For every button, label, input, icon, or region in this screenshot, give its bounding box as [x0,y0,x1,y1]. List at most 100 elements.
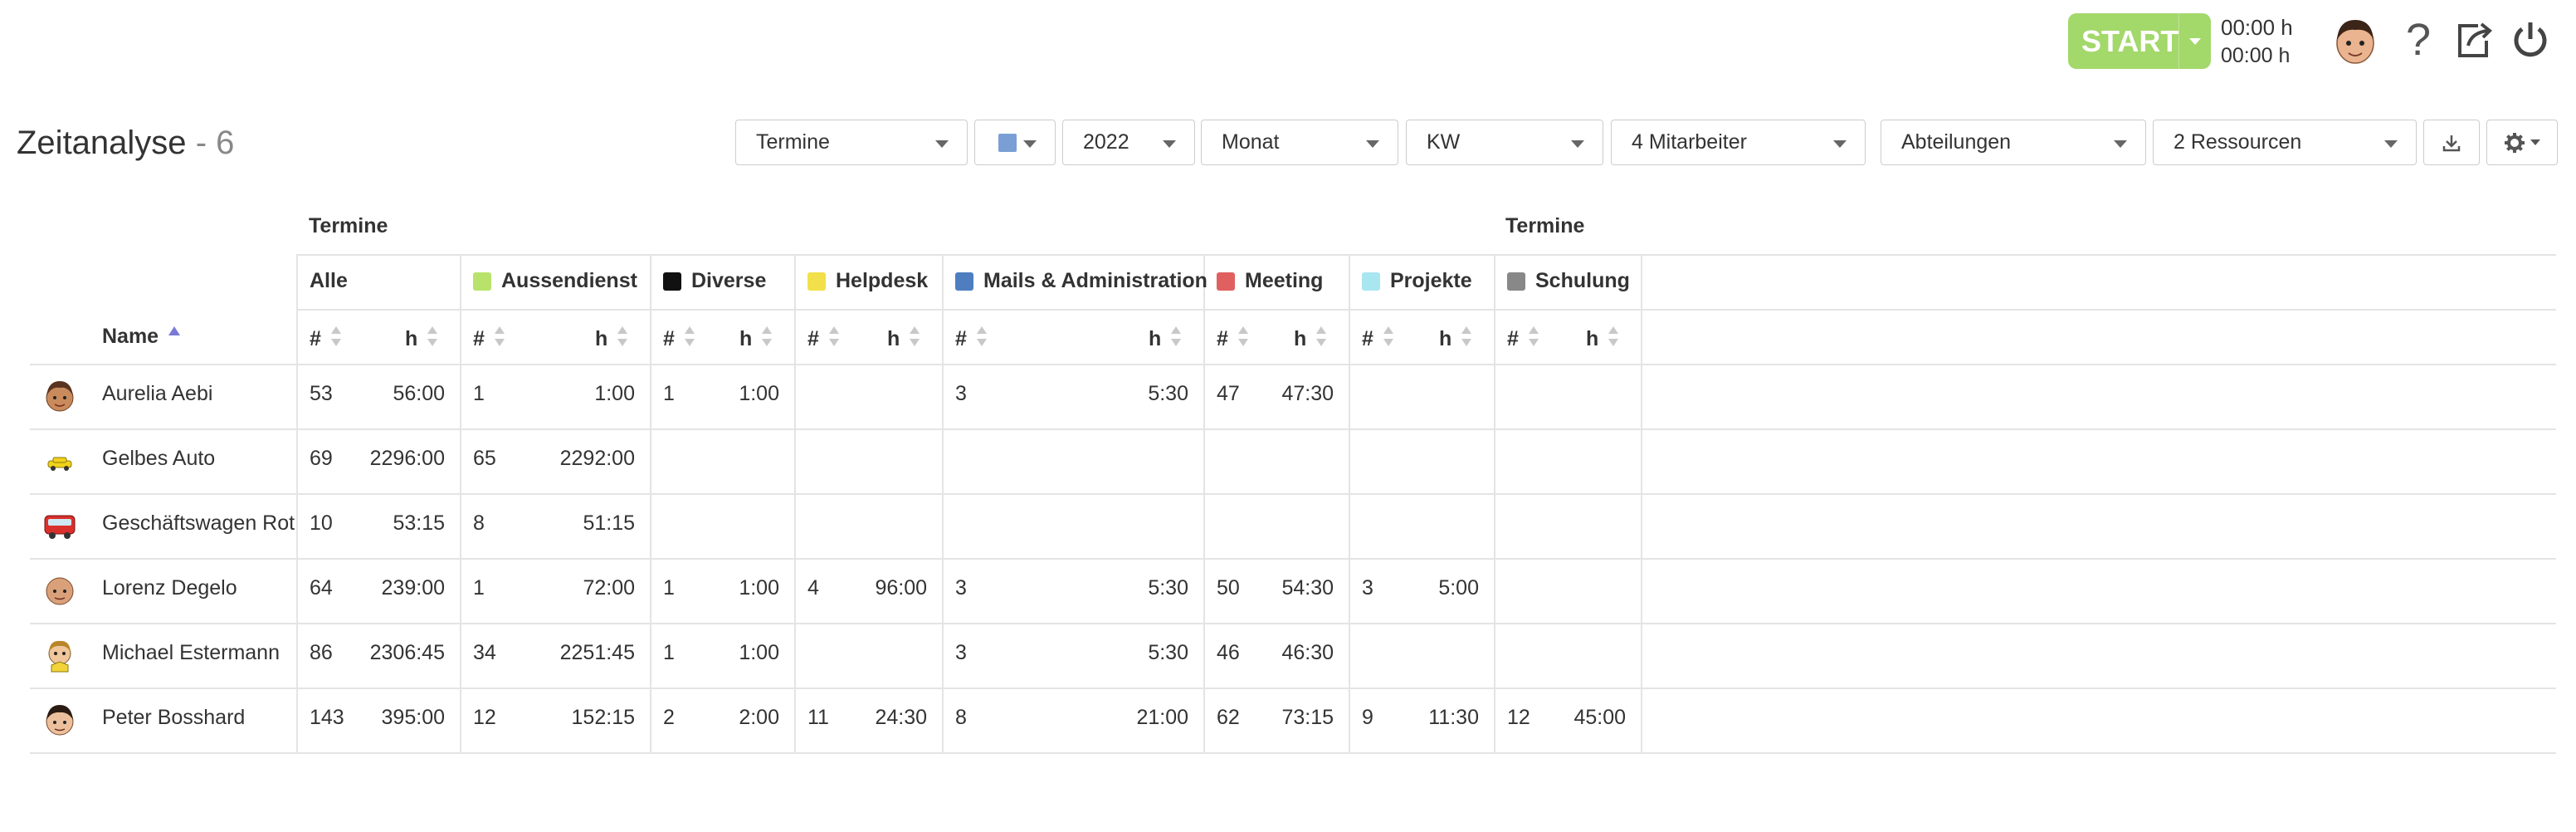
page-title: Zeitanalyse - 6 [17,125,234,162]
color-swatch [998,133,1017,152]
column-divider [1641,254,1642,752]
type-select-value: Termine [756,130,830,154]
hours-cell: 1:00 [739,382,779,405]
category-header[interactable]: Meeting [1217,269,1323,293]
departments-select[interactable]: Abteilungen [1881,120,2146,165]
count-column-header[interactable]: # [663,325,696,354]
logout-icon[interactable] [2450,15,2498,65]
sort-icon[interactable] [426,325,439,354]
man-dark-hair-avatar-icon [41,702,78,738]
start-timer-button[interactable]: START [2068,13,2211,69]
settings-button[interactable] [2486,120,2558,165]
row-name[interactable]: Lorenz Degelo [102,576,237,600]
count-column-header[interactable]: # [310,325,343,354]
color-select[interactable] [974,120,1056,165]
chevron-down-icon [935,140,949,148]
hours-column-header[interactable]: h [1294,325,1328,354]
row-divider [30,752,2556,754]
count-cell: 1 [663,576,675,600]
sort-icon[interactable] [1315,325,1328,354]
count-column-header[interactable]: # [1507,325,1540,354]
category-header[interactable]: Alle [310,269,348,293]
sort-icon[interactable] [827,325,841,354]
row-name[interactable]: Aurelia Aebi [102,382,212,406]
help-icon[interactable]: ? [2394,15,2442,65]
category-header[interactable]: Schulung [1507,269,1630,293]
woman-avatar-icon [41,378,78,414]
hours-column-header[interactable]: h [887,325,921,354]
row-name[interactable]: Michael Estermann [102,641,280,665]
hours-column-header[interactable]: h [595,325,629,354]
category-header[interactable]: Diverse [663,269,766,293]
row-name[interactable]: Gelbes Auto [102,447,215,471]
hours-column-header[interactable]: h [405,325,439,354]
sort-icon[interactable] [1237,325,1250,354]
count-cell: 143 [310,706,344,729]
yellow-car-icon [41,443,78,479]
sort-icon[interactable] [683,325,696,354]
hours-column-header[interactable]: h [1439,325,1473,354]
sort-icon[interactable] [329,325,343,354]
category-label: Schulung [1535,269,1630,292]
hours-cell: 5:30 [1148,641,1188,664]
top-bar: START 00:00 h 00:00 h ? [0,0,2576,83]
week-select[interactable]: KW [1406,120,1603,165]
count-cell: 1 [663,641,675,664]
count-cell: 53 [310,382,333,405]
column-divider [1349,254,1350,752]
row-divider [30,428,2556,430]
sort-icon[interactable] [1460,325,1473,354]
hours-cell: 5:30 [1148,576,1188,600]
user-avatar-icon[interactable] [2330,15,2380,66]
category-label: Helpdesk [836,269,929,292]
sort-icon[interactable] [616,325,629,354]
hours-column-header[interactable]: h [1586,325,1620,354]
column-divider [296,254,298,752]
category-header[interactable]: Helpdesk [807,269,928,293]
category-header[interactable]: Aussendienst [473,269,637,293]
power-icon[interactable] [2506,15,2554,65]
hours-column-header[interactable]: h [1149,325,1183,354]
hours-cell: 56:00 [393,382,445,405]
count-cell: 86 [310,641,333,664]
count-column-header[interactable]: # [955,325,988,354]
category-label: Aussendienst [501,269,637,292]
hours-header-label: h [405,327,418,350]
sort-icon[interactable] [975,325,988,354]
count-cell: 2 [663,706,675,729]
year-select-value: 2022 [1083,130,1129,154]
sort-ascending-icon[interactable] [167,320,182,344]
sort-icon[interactable] [493,325,506,354]
count-header-label: # [1362,327,1373,350]
count-column-header[interactable]: # [1217,325,1250,354]
row-name[interactable]: Geschäftswagen Rot [102,511,295,536]
hours-column-header[interactable]: h [739,325,773,354]
category-header[interactable]: Mails & Administration [955,269,1208,293]
category-color-swatch [663,272,681,291]
hours-cell: 2296:00 [369,447,445,470]
employees-select[interactable]: 4 Mitarbeiter [1611,120,1866,165]
category-color-swatch [1507,272,1525,291]
name-column-header[interactable]: Name [102,325,182,349]
category-header[interactable]: Projekte [1362,269,1472,293]
type-select[interactable]: Termine [735,120,968,165]
count-column-header[interactable]: # [807,325,841,354]
sort-icon[interactable] [1169,325,1183,354]
year-select[interactable]: 2022 [1062,120,1195,165]
start-dropdown-caret[interactable] [2178,13,2211,69]
count-column-header[interactable]: # [473,325,506,354]
sort-icon[interactable] [1382,325,1395,354]
count-cell: 9 [1362,706,1373,729]
chevron-down-icon [1366,140,1379,148]
sort-icon[interactable] [1607,325,1620,354]
resources-select[interactable]: 2 Ressourcen [2153,120,2417,165]
period-select[interactable]: Monat [1201,120,1398,165]
count-cell: 64 [310,576,333,600]
sort-icon[interactable] [908,325,921,354]
sort-icon[interactable] [760,325,773,354]
count-column-header[interactable]: # [1362,325,1395,354]
red-bus-icon [41,507,78,544]
row-name[interactable]: Peter Bosshard [102,706,245,730]
sort-icon[interactable] [1527,325,1540,354]
download-button[interactable] [2423,120,2480,165]
